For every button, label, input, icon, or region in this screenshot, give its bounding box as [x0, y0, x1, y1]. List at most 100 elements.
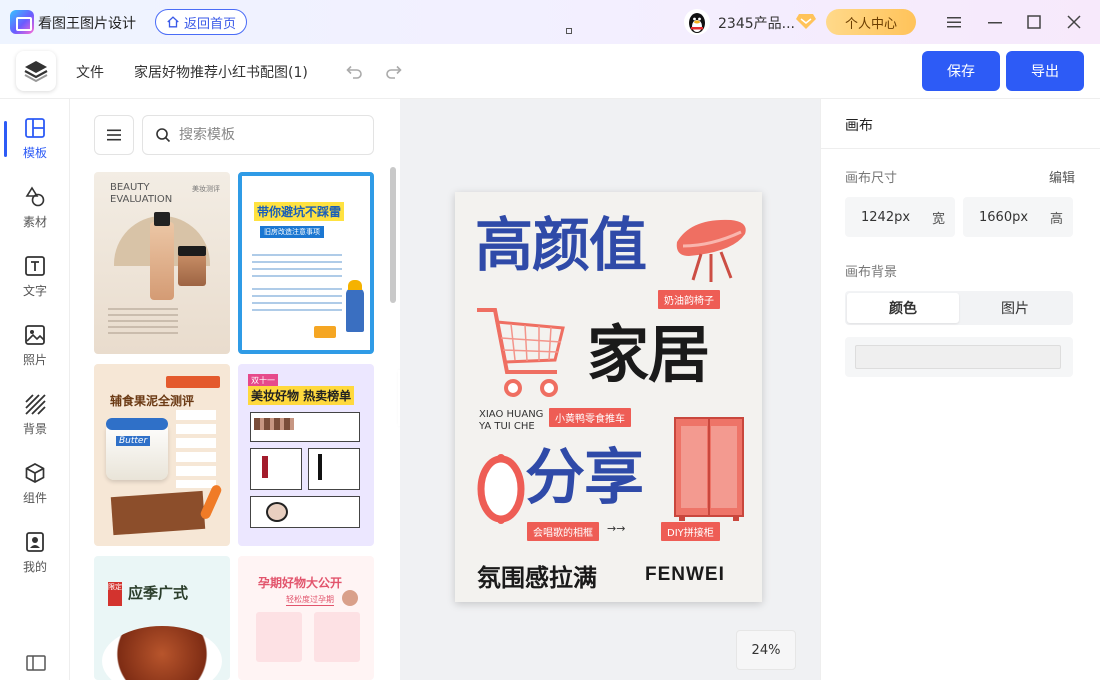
template-subtitle: Butter [116, 436, 151, 446]
template-title: 带你避坑不踩雷 [254, 202, 345, 221]
avatar[interactable] [684, 9, 710, 35]
width-value: 1242px [861, 209, 911, 225]
mirror-frame-image[interactable] [477, 454, 525, 524]
height-value: 1660px [979, 209, 1029, 225]
badge-decor [166, 376, 220, 388]
file-menu[interactable]: 文件 [76, 62, 104, 82]
headline-line2[interactable]: 家居 [587, 318, 710, 392]
undo-icon[interactable] [344, 62, 364, 82]
template-thumbnail[interactable]: BEAUTY EVALUATION 美妆测评 [94, 172, 230, 354]
divider [821, 148, 1100, 149]
window-maximize-button[interactable] [1024, 12, 1044, 32]
rail-item-component[interactable]: 组件 [0, 458, 70, 510]
close-icon [1067, 15, 1081, 29]
list-menu-icon [107, 129, 121, 141]
template-thumbnail[interactable]: 带你避坑不踩雷 旧房改造注意事项 [238, 172, 374, 354]
tag-mirror[interactable]: 会唱歌的相框 [527, 522, 599, 541]
background-color-swatch[interactable] [855, 345, 1061, 369]
personal-center-button[interactable]: 个人中心 [826, 9, 916, 35]
cosmetic-jar-image [178, 254, 206, 286]
edit-size-link[interactable]: 编辑 [1049, 167, 1075, 186]
left-nav-rail: 模板 素材 文字 照片 背景 组件 我的 [0, 99, 70, 680]
rail-item-label: 文字 [22, 284, 47, 298]
text-lines-decor [252, 254, 342, 278]
canvas-width-field[interactable]: 1242px 宽 [845, 197, 955, 237]
pinyin-line2[interactable]: YA TUI CHE [479, 421, 535, 433]
worker-illustration [346, 288, 364, 332]
template-title: 美妆好物 热卖榜单 [248, 386, 355, 405]
canvas-height-field[interactable]: 1660px 高 [963, 197, 1073, 237]
back-home-label: 返回首页 [183, 16, 236, 32]
chair-image[interactable] [671, 212, 753, 284]
rail-item-template[interactable]: 模板 [0, 113, 70, 165]
canvas-background-label: 画布背景 [845, 265, 898, 280]
template-search-box[interactable] [142, 115, 374, 155]
rail-item-text[interactable]: 文字 [0, 251, 70, 303]
template-scrollbar[interactable] [390, 167, 396, 303]
layers-logo-button[interactable] [16, 51, 56, 91]
title-bar: 看图王图片设计 返回首页 2345产品... 个人中心 [0, 0, 1100, 44]
window-restore-icon[interactable] [566, 28, 572, 34]
note-card-decor [110, 490, 206, 536]
image-icon [25, 325, 45, 345]
back-home-button[interactable]: 返回首页 [155, 9, 247, 35]
height-unit: 高 [1049, 211, 1063, 227]
template-subtitle: 轻松度过孕期 [286, 595, 334, 606]
tag-cabinet[interactable]: DIY拼接柜 [661, 522, 720, 541]
tab-color[interactable]: 颜色 [847, 293, 959, 323]
template-thumbnail[interactable]: 孕期好物大公开 轻松度过孕期 [238, 556, 374, 680]
rail-item-background[interactable]: 背景 [0, 389, 70, 441]
template-thumbnail[interactable]: 限定 应季广式 [94, 556, 230, 680]
width-unit: 宽 [931, 211, 945, 227]
window-menu-button[interactable] [944, 12, 964, 32]
penguin-icon [689, 13, 705, 33]
design-canvas[interactable]: 高颜值 奶油韵椅子 家居 XIAO HUANG YA TUI CHE 小黄鸭零食… [455, 192, 762, 602]
window-close-button[interactable] [1064, 12, 1084, 32]
canvas-size-label: 画布尺寸 [845, 171, 898, 186]
tag-chair[interactable]: 奶油韵椅子 [658, 290, 720, 309]
save-button[interactable]: 保存 [922, 51, 1000, 91]
collapse-sidebar-icon[interactable] [26, 655, 46, 671]
cabinet-image[interactable] [671, 416, 747, 522]
vip-diamond-icon[interactable] [796, 12, 816, 30]
product-card [314, 612, 360, 662]
background-type-switch: 颜色 图片 [845, 291, 1073, 325]
export-button[interactable]: 导出 [1006, 51, 1084, 91]
canvas-stage: 高颜值 奶油韵椅子 家居 XIAO HUANG YA TUI CHE 小黄鸭零食… [400, 99, 820, 680]
food-jar-image [106, 422, 168, 480]
headline-line1[interactable]: 高颜值 [475, 210, 647, 280]
zoom-level-button[interactable]: 24% [736, 630, 796, 670]
jar-lid-image [106, 418, 168, 430]
redo-icon[interactable] [384, 62, 404, 82]
maximize-icon [1027, 15, 1041, 29]
cart-image[interactable] [473, 302, 569, 408]
app-logo-icon [10, 10, 34, 34]
info-list-decor [176, 410, 216, 488]
template-title: 应季广式 [128, 584, 189, 602]
home-icon [167, 16, 179, 28]
tag-cart[interactable]: 小黄鸭零食推车 [549, 408, 631, 427]
search-input[interactable] [179, 127, 359, 143]
tab-image[interactable]: 图片 [959, 293, 1071, 323]
footer-english[interactable]: FENWEI [645, 564, 725, 586]
rail-item-label: 组件 [22, 491, 47, 505]
rail-item-mine[interactable]: 我的 [0, 527, 70, 579]
panel-title: 画布 [845, 118, 873, 134]
foundation-bottle-image [150, 222, 174, 300]
braised-dish-image [102, 626, 222, 680]
cushion-image [266, 502, 288, 522]
hardhat-illustration [348, 280, 362, 290]
rail-item-material[interactable]: 素材 [0, 182, 70, 234]
pinyin-line1[interactable]: XIAO HUANG [479, 409, 543, 421]
background-color-row [845, 337, 1073, 377]
window-minimize-button[interactable] [985, 12, 1005, 32]
user-name[interactable]: 2345产品... [718, 13, 795, 33]
rail-item-photo[interactable]: 照片 [0, 320, 70, 372]
template-category-menu-button[interactable] [94, 115, 134, 155]
footer-chinese[interactable]: 氛围感拉满 [477, 558, 597, 593]
headline-line3[interactable]: 分享 [525, 442, 644, 514]
template-thumbnail[interactable]: 双十一 美妆好物 热卖榜单 [238, 364, 374, 546]
template-title: BEAUTY EVALUATION [110, 182, 173, 205]
template-thumbnail[interactable]: 辅食果泥全测评 Butter [94, 364, 230, 546]
document-title[interactable]: 家居好物推荐小红书配图(1) [134, 62, 308, 82]
